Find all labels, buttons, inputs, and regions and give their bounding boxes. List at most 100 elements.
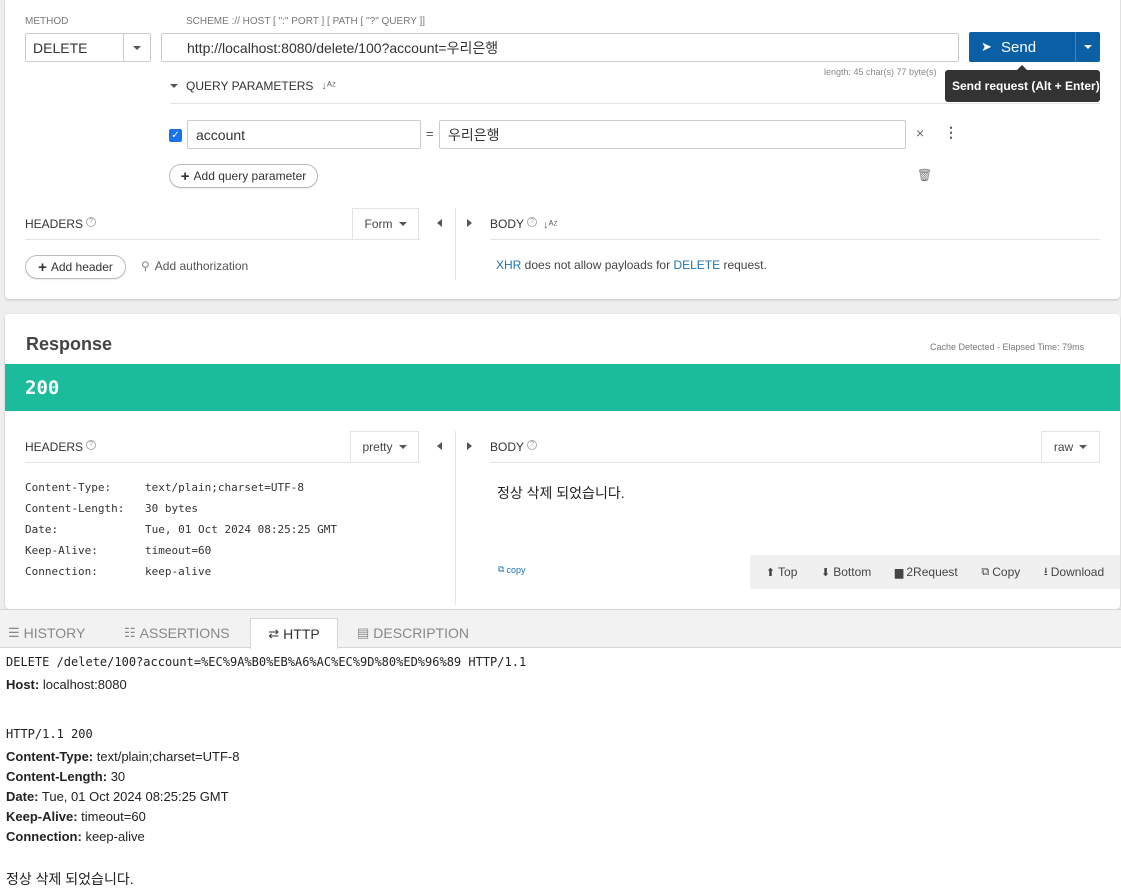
expand-right-icon[interactable] [467,442,472,450]
http-header-line: Content-Type: text/plain;charset=UTF-8 [6,749,240,764]
remove-param-icon[interactable]: × [916,125,924,141]
copy-icon: ⧉ [498,564,505,574]
copy-icon: ⧉ [981,565,990,578]
form-label: Form [364,217,393,231]
pretty-dropdown[interactable]: pretty [350,431,419,462]
arrow-up-circle-icon: ⬆ [765,566,776,579]
header-row: Keep-Alive: timeout=60 [25,544,212,557]
add-header-label: Add header [50,260,113,274]
send-label: Send [1001,39,1037,56]
http-header-line: Date: Tue, 01 Oct 2024 08:25:25 GMT [6,789,229,804]
collapse-caret-icon [170,84,178,88]
sort-icon[interactable]: ↓ᴬᶻ [321,80,335,92]
xhr-link[interactable]: XHR [496,258,521,272]
http-request-line: DELETE /delete/100?account=%EC%9A%B0%EB%… [6,655,527,669]
paper-plane-icon: ➤ [981,39,992,54]
url-label: SCHEME :// HOST [ ":" PORT ] [ PATH [ "?… [186,16,426,27]
method-value: DELETE [33,40,88,56]
download-button[interactable]: ⭳ Download [1044,563,1104,582]
response-toolbar: ⬆ Top ⬇ Bottom ▆ 2Request ⧉ Copy ⭳ Download [750,555,1120,589]
add-authorization-label: Add authorization [154,259,249,273]
add-param-label: Add query parameter [193,169,307,183]
request-headers-title: HEADERS? [25,217,97,231]
tasks-icon: ☷ [124,625,136,640]
chevron-down-icon [1079,445,1088,449]
add-query-parameter-button[interactable]: + Add query parameter [169,164,318,188]
tab-description[interactable]: ▤ DESCRIPTION [357,618,469,648]
header-row: Content-Type: text/plain;charset=UTF-8 [25,481,304,494]
param-enabled-checkbox[interactable]: ✓ [169,129,182,142]
collapse-left-icon[interactable] [437,442,442,450]
http-body-line: 정상 삭제 되었습니다. [6,871,134,887]
param-name-value: account [196,126,246,143]
url-value: http://localhost:8080/delete/100?account… [187,39,499,56]
param-equals: = [426,126,434,141]
copy-button[interactable]: ⧉ Copy [981,565,1020,579]
arrow-down-circle-icon: ⬇ [821,566,831,579]
param-value-value: 우리은행 [448,126,500,143]
param-more-icon[interactable]: ⋮ [944,124,958,141]
response-headers-title: HEADERS? [25,440,97,454]
plus-icon: + [38,258,47,276]
sort-icon[interactable]: ↓ᴬᶻ [543,219,557,231]
status-code: 200 [25,377,60,399]
request-body-title: BODY? ↓ᴬᶻ [490,217,558,231]
expand-right-icon[interactable] [467,219,472,227]
plus-icon: + [180,167,190,185]
method-link[interactable]: DELETE [673,258,720,272]
send-button[interactable]: ➤ Send [969,32,1100,62]
tab-http[interactable]: ⇄ HTTP [250,618,338,649]
send-options-chevron-icon[interactable] [1084,45,1092,49]
to-request-button[interactable]: ▆ 2Request [895,565,958,579]
http-header-line: Keep-Alive: timeout=60 [6,809,146,824]
send-tooltip-text: Send request (Alt + Enter) [952,79,1100,93]
add-header-button[interactable]: + Add header [25,255,126,279]
body-disabled-message: XHR does not allow payloads for DELETE r… [496,258,767,272]
exchange-icon: ⇄ [268,626,280,641]
response-title: Response [26,334,113,354]
collapse-left-icon[interactable] [437,219,442,227]
form-dropdown[interactable]: Form [352,208,419,239]
tab-history[interactable]: ☰ HISTORY [8,618,85,648]
param-name-input[interactable]: account [187,120,421,149]
url-length-info: length: 45 char(s) 77 byte(s) [824,67,937,77]
method-label: METHOD [25,16,69,27]
copy-link[interactable]: ⧉ copy [498,564,525,575]
help-icon[interactable]: ? [527,440,538,450]
raw-dropdown[interactable]: raw [1041,431,1100,462]
query-params-toggle[interactable]: QUERY PARAMETERS ↓ᴬᶻ [170,79,336,93]
list-icon: ☰ [8,625,20,640]
status-bar: 200 [5,364,1120,411]
bottom-button[interactable]: ⬇ Bottom [821,565,871,579]
header-row: Connection: keep-alive [25,565,212,578]
chevron-down-icon [398,445,407,449]
raw-label: raw [1053,440,1074,454]
tab-assertions[interactable]: ☷ ASSERTIONS [124,618,230,648]
query-params-title: QUERY PARAMETERS [186,79,314,93]
document-icon: ▆ [894,566,904,579]
key-icon: ⚲ [141,259,150,273]
add-authorization-link[interactable]: ⚲ Add authorization [141,259,248,273]
http-host-line: Host: localhost:8080 [6,677,127,692]
trash-icon[interactable]: 🗑 [917,168,932,182]
download-icon: ⭳ [1043,565,1048,578]
help-icon[interactable]: ? [86,217,97,227]
header-row: Content-Length: 30 bytes [25,502,198,515]
help-icon[interactable]: ? [86,440,97,450]
http-header-line: Connection: keep-alive [6,829,145,844]
http-status-line: HTTP/1.1 200 [6,727,93,741]
send-tooltip: Send request (Alt + Enter) [945,65,1100,102]
http-header-line: Content-Length: 30 [6,769,126,784]
header-row: Date: Tue, 01 Oct 2024 08:25:25 GMT [25,523,338,536]
chevron-down-icon [398,222,407,226]
response-body-title: BODY? [490,440,538,454]
top-button[interactable]: ⬆ Top [766,565,798,579]
response-headers-list: Content-Type: text/plain;charset=UTF-8 Co… [25,481,337,586]
book-icon: ▤ [357,625,370,640]
method-select[interactable]: DELETE [25,33,151,62]
url-input[interactable]: http://localhost:8080/delete/100?account… [161,33,959,62]
help-icon[interactable]: ? [527,217,538,227]
param-value-input[interactable]: 우리은행 [439,120,906,149]
response-body-text: 정상 삭제 되었습니다. [497,485,625,501]
cache-info: Cache Detected - Elapsed Time: 79ms [930,342,1085,352]
